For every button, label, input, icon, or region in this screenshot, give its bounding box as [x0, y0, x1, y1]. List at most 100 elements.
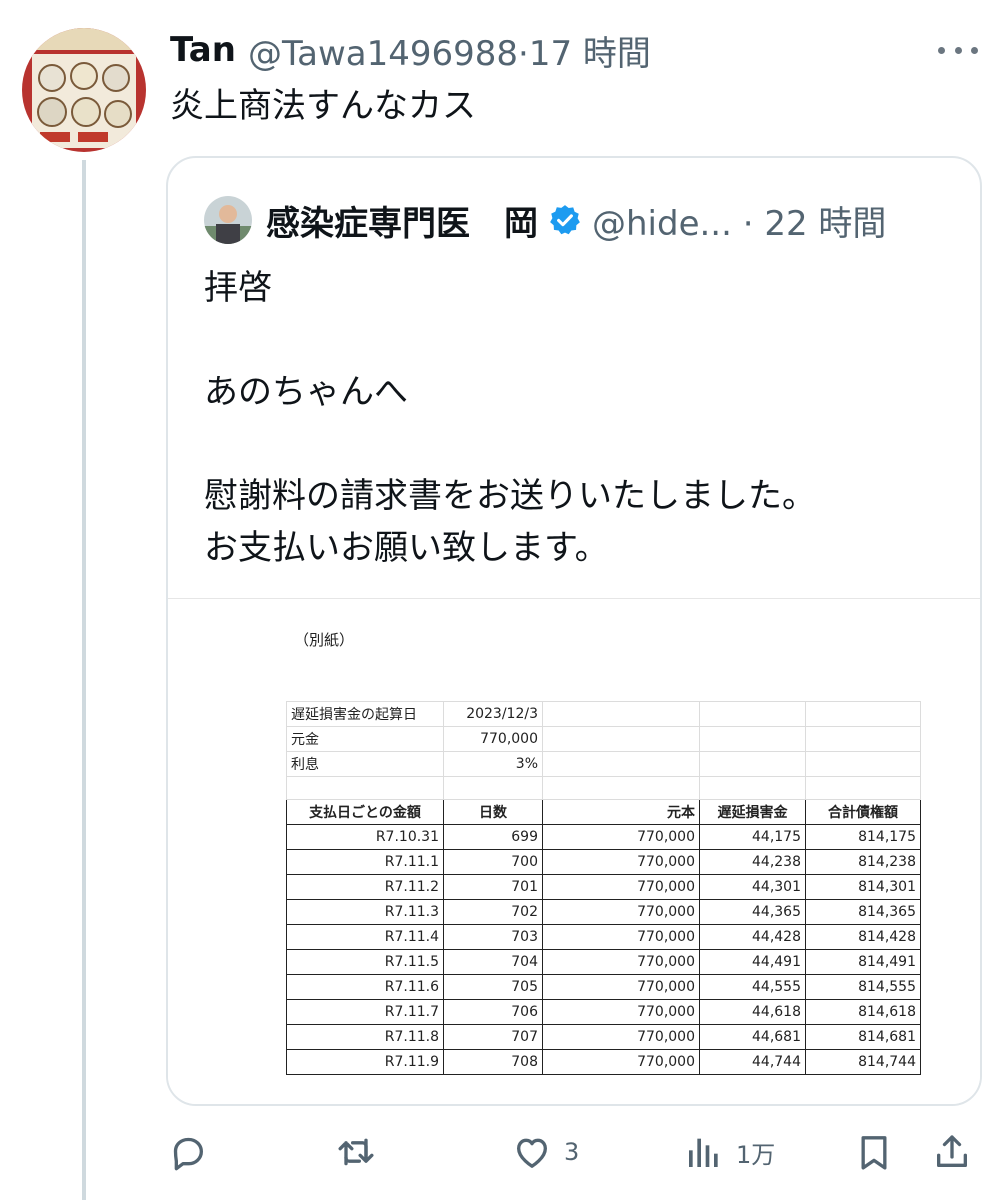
cell-days: 701 — [443, 874, 543, 900]
cell-date: R7.11.2 — [286, 874, 444, 900]
cell-damages: 44,555 — [699, 974, 806, 1000]
cell-damages: 44,175 — [699, 824, 806, 850]
author-handle-time[interactable]: @Tawa1496988·17 時間 — [248, 26, 651, 75]
table-row: R7.11.7 706 770,000 44,618 814,618 — [286, 999, 921, 1025]
cell-days: 699 — [443, 824, 543, 850]
cell-total: 814,238 — [805, 849, 921, 875]
cell-principal: 770,000 — [542, 849, 700, 875]
cell-damages: 44,428 — [699, 924, 806, 950]
cell-days: 702 — [443, 899, 543, 925]
views-count: 1万 — [736, 1140, 776, 1169]
table-row: R7.11.9 708 770,000 44,744 814,744 — [286, 1049, 921, 1075]
verified-badge-icon — [550, 205, 580, 235]
info-value: 3% — [443, 751, 543, 777]
views-chart-icon — [689, 1138, 718, 1167]
table-header-row: 支払日ごとの金額 日数 元本 遅延損害金 合計債権額 — [286, 799, 921, 825]
cell-total: 814,301 — [805, 874, 921, 900]
reply-icon — [173, 1137, 203, 1171]
spacer-row — [286, 776, 921, 800]
attached-document-image[interactable]: （別紙） 遅延損害金の起算日 2023/12/3 元金 770,000 利息 3… — [168, 598, 980, 1104]
quote-author-name[interactable]: 感染症専門医 岡 — [266, 196, 538, 245]
cell-principal: 770,000 — [542, 899, 700, 925]
more-dots-icon[interactable] — [938, 36, 978, 64]
column-header: 日数 — [443, 799, 543, 825]
table-row: R7.11.3 702 770,000 44,365 814,365 — [286, 899, 921, 925]
info-row: 遅延損害金の起算日 2023/12/3 — [286, 701, 921, 727]
like-count: 3 — [564, 1138, 580, 1166]
cell-date: R7.11.3 — [286, 899, 444, 925]
quote-handle-time[interactable]: @hide... · 22 時間 — [592, 196, 886, 245]
cell-principal: 770,000 — [542, 824, 700, 850]
cell-principal: 770,000 — [542, 874, 700, 900]
cell-date: R7.11.9 — [286, 1049, 444, 1075]
cell-total: 814,491 — [805, 949, 921, 975]
column-header: 支払日ごとの金額 — [286, 799, 444, 825]
cell-principal: 770,000 — [542, 949, 700, 975]
cell-total: 814,744 — [805, 1049, 921, 1075]
tweet-text: 炎上商法すんなカス — [170, 86, 476, 126]
table-row: R7.10.31 699 770,000 44,175 814,175 — [286, 824, 921, 850]
cell-days: 708 — [443, 1049, 543, 1075]
cell-date: R7.10.31 — [286, 824, 444, 850]
table-row: R7.11.4 703 770,000 44,428 814,428 — [286, 924, 921, 950]
cell-damages: 44,301 — [699, 874, 806, 900]
column-header: 遅延損害金 — [699, 799, 806, 825]
cell-total: 814,618 — [805, 999, 921, 1025]
table-row: R7.11.8 707 770,000 44,681 814,681 — [286, 1024, 921, 1050]
author-avatar[interactable] — [22, 28, 146, 152]
cell-date: R7.11.6 — [286, 974, 444, 1000]
quoted-tweet[interactable]: 感染症専門医 岡 @hide... · 22 時間 拝啓 あのちゃんへ 慰謝料の… — [166, 156, 982, 1106]
cell-days: 705 — [443, 974, 543, 1000]
info-label: 遅延損害金の起算日 — [286, 701, 444, 727]
bookmark-icon — [861, 1136, 887, 1170]
table-row: R7.11.1 700 770,000 44,238 814,238 — [286, 849, 921, 875]
like-button[interactable]: 3 — [512, 1128, 579, 1176]
quote-author-avatar[interactable] — [204, 196, 252, 244]
action-bar: 3 1万 — [160, 1128, 980, 1176]
bookmark-button[interactable] — [854, 1128, 894, 1176]
cell-date: R7.11.7 — [286, 999, 444, 1025]
reply-button[interactable] — [168, 1128, 208, 1176]
quote-header: 感染症専門医 岡 @hide... · 22 時間 — [266, 196, 886, 244]
quote-body-text: 拝啓 あのちゃんへ 慰謝料の請求書をお送りいたしました。 お支払いお願い致します… — [204, 268, 816, 568]
tweet-header: Tan @Tawa1496988·17 時間 — [170, 26, 651, 75]
info-value: 770,000 — [443, 726, 543, 752]
cell-damages: 44,238 — [699, 849, 806, 875]
cell-damages: 44,744 — [699, 1049, 806, 1075]
cell-damages: 44,618 — [699, 999, 806, 1025]
retweet-icon — [338, 1138, 374, 1166]
document-label: （別紙） — [294, 631, 355, 649]
cell-total: 814,175 — [805, 824, 921, 850]
heart-icon — [517, 1138, 547, 1168]
share-icon — [937, 1135, 967, 1167]
cell-damages: 44,681 — [699, 1024, 806, 1050]
info-label: 利息 — [286, 751, 444, 777]
cell-total: 814,365 — [805, 899, 921, 925]
cell-days: 700 — [443, 849, 543, 875]
info-row: 元金 770,000 — [286, 726, 921, 752]
cell-date: R7.11.5 — [286, 949, 444, 975]
cell-principal: 770,000 — [542, 974, 700, 1000]
cell-total: 814,555 — [805, 974, 921, 1000]
cell-date: R7.11.1 — [286, 849, 444, 875]
author-name[interactable]: Tan — [170, 30, 236, 70]
cell-damages: 44,365 — [699, 899, 806, 925]
info-row: 利息 3% — [286, 751, 921, 777]
cell-date: R7.11.8 — [286, 1024, 444, 1050]
share-button[interactable] — [932, 1128, 972, 1176]
cell-damages: 44,491 — [699, 949, 806, 975]
cell-days: 706 — [443, 999, 543, 1025]
column-header: 合計債権額 — [805, 799, 921, 825]
cell-days: 704 — [443, 949, 543, 975]
table-row: R7.11.2 701 770,000 44,301 814,301 — [286, 874, 921, 900]
retweet-button[interactable] — [336, 1128, 376, 1176]
views-button[interactable]: 1万 — [684, 1128, 775, 1176]
info-label: 元金 — [286, 726, 444, 752]
cell-principal: 770,000 — [542, 999, 700, 1025]
cell-total: 814,681 — [805, 1024, 921, 1050]
thread-line — [82, 160, 86, 1200]
cell-principal: 770,000 — [542, 1024, 700, 1050]
info-value: 2023/12/3 — [443, 701, 543, 727]
cell-total: 814,428 — [805, 924, 921, 950]
cell-principal: 770,000 — [542, 1049, 700, 1075]
